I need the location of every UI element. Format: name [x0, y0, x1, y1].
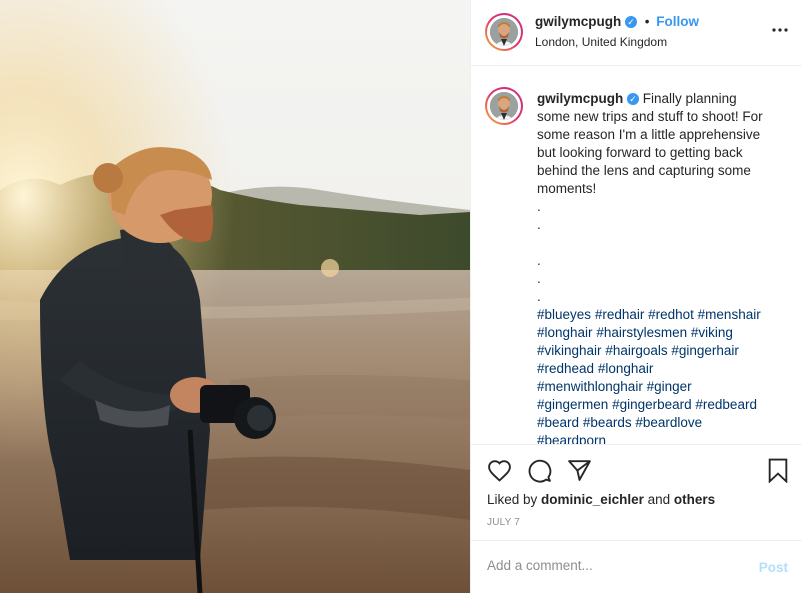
hashtag-link[interactable]: #ginger [647, 379, 692, 394]
hashtag-block: #blueyes #redhair #redhot #menshair #long… [537, 306, 781, 444]
caption-text-line: Finally planning [642, 91, 737, 106]
hashtag-link[interactable]: #gingermen [537, 397, 608, 412]
location-link[interactable]: London, United Kingdom [535, 35, 667, 49]
likes-middle: and [643, 492, 674, 507]
more-options-icon[interactable] [772, 16, 788, 37]
comment-input[interactable] [487, 558, 737, 573]
hashtag-line: #blueyes #redhair #redhot #menshair [537, 306, 781, 324]
verified-badge-icon: ✓ [627, 93, 640, 105]
avatar-image [490, 18, 518, 46]
caption-username[interactable]: gwilymcpugh [537, 91, 623, 106]
hashtag-link[interactable]: #menwithlonghair [537, 379, 643, 394]
hashtag-link[interactable]: #redhot [648, 307, 694, 322]
hashtag-link[interactable]: #longhair [598, 361, 654, 376]
hashtag-link[interactable]: #beards [583, 415, 632, 430]
comment-icon[interactable] [527, 458, 552, 488]
header-user-line: gwilymcpugh ✓ • Follow [535, 14, 699, 29]
hashtag-link[interactable]: #redbeard [695, 397, 757, 412]
hashtag-line: #menwithlonghair #ginger [537, 378, 781, 396]
hashtag-line: #beardporn [537, 432, 781, 444]
hashtag-link[interactable]: #blueyes [537, 307, 591, 322]
likes-prefix: Liked by [487, 492, 542, 507]
liked-by-user-link[interactable]: dominic_eichler [541, 492, 644, 507]
header-username[interactable]: gwilymcpugh [535, 14, 621, 29]
avatar[interactable] [485, 13, 523, 51]
hashtag-link[interactable]: #viking [691, 325, 733, 340]
post-comment-button[interactable]: Post [759, 560, 788, 575]
caption-text-line: but looking forward to getting back [537, 145, 743, 160]
caption-text-line: some reason I'm a little apprehensive [537, 127, 761, 142]
share-icon[interactable] [567, 459, 592, 487]
hashtag-link[interactable]: #hairstylesmen [596, 325, 687, 340]
post-header: gwilymcpugh ✓ • Follow London, United Ki… [471, 0, 802, 66]
heart-icon[interactable] [487, 459, 512, 487]
caption-dot: . [537, 217, 541, 232]
caption-avatar[interactable] [485, 87, 523, 125]
hashtag-line: #redhead #longhair [537, 360, 781, 378]
post-photo[interactable] [0, 0, 470, 593]
photo-illustration [0, 0, 470, 593]
follow-button[interactable]: Follow [656, 14, 699, 29]
bookmark-icon[interactable] [767, 458, 789, 488]
caption-text-line: some new trips and stuff to shoot! For [537, 109, 763, 124]
likes-others-link[interactable]: others [674, 492, 715, 507]
verified-badge-icon: ✓ [625, 16, 638, 28]
caption-dot: . [537, 253, 541, 268]
add-comment-bar: Post [471, 540, 802, 593]
hashtag-line: #gingermen #gingerbeard #redbeard [537, 396, 781, 414]
hashtag-link[interactable]: #gingerhair [671, 343, 739, 358]
avatar-image [490, 92, 518, 120]
hashtag-line: #vikinghair #hairgoals #gingerhair [537, 342, 781, 360]
hashtag-link[interactable]: #redhead [537, 361, 594, 376]
caption-dot: . [537, 199, 541, 214]
caption-text-line: moments! [537, 181, 597, 196]
hashtag-link[interactable]: #menshair [698, 307, 761, 322]
caption-dot: . [537, 271, 541, 286]
hashtag-link[interactable]: #hairgoals [605, 343, 667, 358]
caption-dot [537, 234, 781, 252]
post-date[interactable]: JULY 7 [487, 517, 520, 528]
likes-summary: Liked by dominic_eichler and others [487, 492, 715, 507]
action-bar: Liked by dominic_eichler and others JULY… [471, 444, 802, 540]
caption-text-line: behind the lens and capturing some [537, 163, 751, 178]
hashtag-link[interactable]: #longhair [537, 325, 593, 340]
hashtag-line: #beard #beards #beardlove [537, 414, 781, 432]
caption-dot: . [537, 289, 541, 304]
hashtag-link[interactable]: #beardporn [537, 433, 606, 444]
hashtag-link[interactable]: #redhair [595, 307, 645, 322]
hashtag-link[interactable]: #beardlove [635, 415, 702, 430]
hashtag-link[interactable]: #beard [537, 415, 579, 430]
hashtag-link[interactable]: #vikinghair [537, 343, 602, 358]
caption: gwilymcpugh ✓ Finally planning some new … [537, 90, 781, 444]
post-details-panel: gwilymcpugh ✓ • Follow London, United Ki… [470, 0, 802, 593]
comments-area[interactable]: gwilymcpugh ✓ Finally planning some new … [471, 66, 802, 444]
separator-dot: • [644, 14, 650, 29]
hashtag-link[interactable]: #gingerbeard [612, 397, 692, 412]
hashtag-line: #longhair #hairstylesmen #viking [537, 324, 781, 342]
